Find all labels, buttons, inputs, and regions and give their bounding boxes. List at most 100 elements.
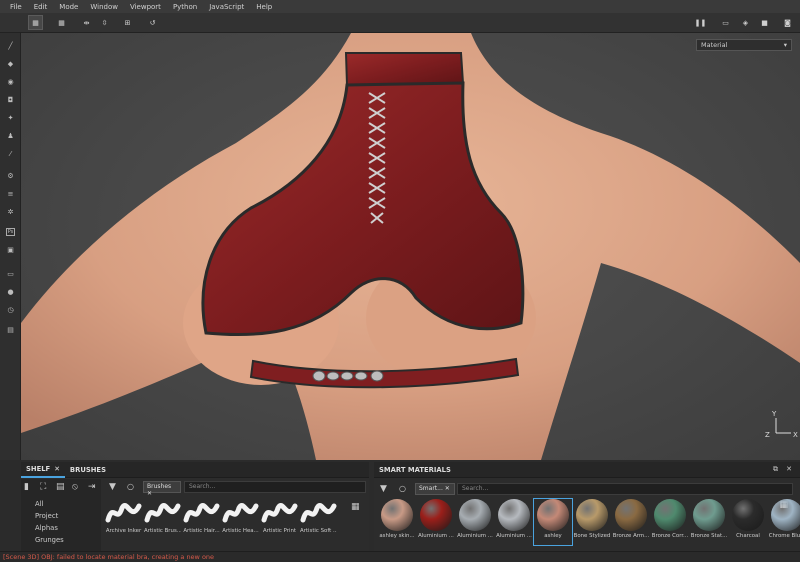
import-icon[interactable]: ▤ bbox=[56, 482, 65, 492]
menu-item-python[interactable]: Python bbox=[167, 3, 203, 11]
smart-materials-title: SMART MATERIALS bbox=[379, 465, 451, 474]
material-item[interactable]: Bronze Stat... bbox=[690, 499, 728, 545]
menu-item-file[interactable]: File bbox=[4, 3, 28, 11]
material-item[interactable]: Bronze Corr... bbox=[651, 499, 689, 545]
folder-icon[interactable]: ▮ bbox=[24, 482, 29, 492]
log-button[interactable]: ▤ bbox=[4, 323, 17, 336]
brush-item[interactable]: Artistic Hair... bbox=[183, 500, 220, 538]
menu-item-mode[interactable]: Mode bbox=[53, 3, 84, 11]
grid-toggle-button[interactable]: ▦ bbox=[28, 15, 43, 30]
materials-search-input[interactable]: Search... bbox=[457, 483, 793, 495]
display-settings-button[interactable]: ▭ bbox=[4, 267, 17, 280]
material-item[interactable]: Bone Stylized bbox=[573, 499, 611, 545]
history-button[interactable]: ↺ bbox=[145, 15, 160, 30]
symmetry-y-button[interactable]: ⇳ bbox=[97, 15, 112, 30]
top-toolbar: ▦ ▦ ⇹ ⇳ ⊞ ↺ ❚❚ ▭ ◈ ■ ◙ bbox=[0, 13, 800, 33]
grid-snap-button[interactable]: ▦ bbox=[54, 15, 69, 30]
tab-brushes-label: BRUSHES bbox=[69, 465, 106, 474]
material-item[interactable]: Aluminium ... bbox=[417, 499, 455, 545]
category-grunges[interactable]: Grunges bbox=[35, 536, 64, 544]
3d-viewport[interactable]: Y Z X Material ▾ bbox=[21, 33, 800, 460]
log-icon: ▤ bbox=[7, 325, 14, 334]
object-button[interactable]: ◈ bbox=[738, 15, 753, 30]
texture-icon: ✲ bbox=[7, 207, 14, 216]
menu-item-edit[interactable]: Edit bbox=[28, 3, 54, 11]
float-icon[interactable]: ⧉ bbox=[773, 465, 778, 474]
clone-tool[interactable]: ♟ bbox=[4, 129, 17, 142]
screenshot-button[interactable]: ◙ bbox=[780, 15, 795, 30]
texture-set-tool[interactable]: ✲ bbox=[4, 205, 17, 218]
material-item[interactable]: ashley skin... bbox=[378, 499, 416, 545]
material-item[interactable]: Aluminium ... bbox=[495, 499, 533, 545]
shelf-search-input[interactable]: Search... bbox=[184, 481, 366, 493]
close-icon[interactable]: ✕ bbox=[445, 485, 450, 492]
menu-item-javascript[interactable]: JavaScript bbox=[203, 3, 250, 11]
camera-mode-button[interactable]: ■ bbox=[757, 15, 772, 30]
material-item[interactable]: Charcoal bbox=[729, 499, 767, 545]
material-preview bbox=[381, 499, 413, 531]
close-icon[interactable]: ✕ bbox=[147, 490, 152, 497]
material-item[interactable]: Bronze Arm... bbox=[612, 499, 650, 545]
brush-label: Archive Inker bbox=[105, 528, 142, 534]
photoshop-export-button[interactable]: Ps bbox=[4, 225, 17, 238]
globe-icon: ● bbox=[7, 287, 14, 296]
menu-bar: File Edit Mode Window Viewport Python JavaScri… bbox=[0, 0, 800, 13]
material-item[interactable]: Chrome Blu... bbox=[768, 499, 800, 545]
menu-item-viewport[interactable]: Viewport bbox=[124, 3, 167, 11]
material-item[interactable]: Aluminium ... bbox=[456, 499, 494, 545]
settings-tool[interactable]: ⚙ bbox=[4, 169, 17, 182]
brush-item[interactable]: Artistic Print bbox=[261, 500, 298, 538]
tab-brushes[interactable]: BRUSHES bbox=[65, 462, 111, 478]
web-button[interactable]: ● bbox=[4, 285, 17, 298]
brush-stroke-preview bbox=[261, 503, 298, 523]
smudge-tool[interactable]: ✦ bbox=[4, 111, 17, 124]
paint-tool[interactable]: ╱ bbox=[4, 39, 17, 52]
brush-label: Artistic Hair... bbox=[183, 528, 220, 534]
history-panel-button[interactable]: ◷ bbox=[4, 303, 17, 316]
brush-icon: ╱ bbox=[8, 41, 13, 50]
menu-item-help[interactable]: Help bbox=[250, 3, 278, 11]
brush-item[interactable]: Artistic Brus... bbox=[144, 500, 181, 538]
circle-icon[interactable]: ○ bbox=[399, 484, 406, 493]
projection-tool[interactable]: ◉ bbox=[4, 75, 17, 88]
pause-button[interactable]: ❚❚ bbox=[693, 15, 708, 30]
brush-item[interactable]: Artistic Hea... bbox=[222, 500, 259, 538]
brush-item[interactable]: Artistic Soft ... bbox=[300, 500, 337, 538]
add-button[interactable]: ⊞ bbox=[120, 15, 135, 30]
material-item[interactable]: ashley bbox=[533, 498, 573, 546]
brush-label: Artistic Brus... bbox=[144, 528, 181, 534]
brush-stroke-preview bbox=[105, 503, 142, 523]
picker-tool[interactable]: ⁄ bbox=[4, 147, 17, 160]
category-all[interactable]: All bbox=[35, 500, 43, 508]
brush-item[interactable]: Archive Inker bbox=[105, 500, 142, 538]
tab-shelf[interactable]: SHELF ✕ bbox=[21, 462, 65, 478]
circle-icon[interactable]: ○ bbox=[127, 482, 134, 491]
filter-chip-brushes[interactable]: Brushes ✕ bbox=[143, 481, 181, 497]
plus-box-icon: ⊞ bbox=[124, 18, 131, 27]
history-icon: ↺ bbox=[149, 18, 156, 27]
display-button[interactable]: ▭ bbox=[718, 15, 733, 30]
grid-view-icon[interactable]: ▦ bbox=[351, 502, 360, 512]
eraser-tool[interactable]: ◆ bbox=[4, 57, 17, 70]
brush-label: Artistic Print bbox=[262, 528, 296, 534]
close-icon[interactable]: ✕ bbox=[786, 465, 792, 473]
material-channel-select[interactable]: Material ▾ bbox=[696, 39, 792, 51]
export-button[interactable]: ▣ bbox=[4, 243, 17, 256]
material-preview bbox=[420, 499, 452, 531]
filter-icon[interactable]: ▼ bbox=[109, 482, 116, 492]
svg-text:X: X bbox=[793, 431, 798, 439]
menu-item-window[interactable]: Window bbox=[84, 3, 124, 11]
filter-chip-smart[interactable]: Smart... ✕ bbox=[415, 483, 455, 495]
hide-icon[interactable]: ⦸ bbox=[72, 482, 78, 492]
category-project[interactable]: Project bbox=[35, 512, 58, 520]
svg-text:Y: Y bbox=[771, 410, 777, 418]
export-icon[interactable]: ⇥ bbox=[88, 482, 96, 492]
close-icon[interactable]: ✕ bbox=[54, 465, 60, 473]
grid-icon: ▦ bbox=[32, 18, 39, 27]
layers-tool[interactable]: ≡ bbox=[4, 187, 17, 200]
new-folder-icon[interactable]: ⛶ bbox=[40, 482, 46, 492]
symmetry-x-button[interactable]: ⇹ bbox=[79, 15, 94, 30]
category-alphas[interactable]: Alphas bbox=[35, 524, 58, 532]
filter-icon[interactable]: ▼ bbox=[380, 484, 387, 494]
geometry-fill-tool[interactable]: ◘ bbox=[4, 93, 17, 106]
